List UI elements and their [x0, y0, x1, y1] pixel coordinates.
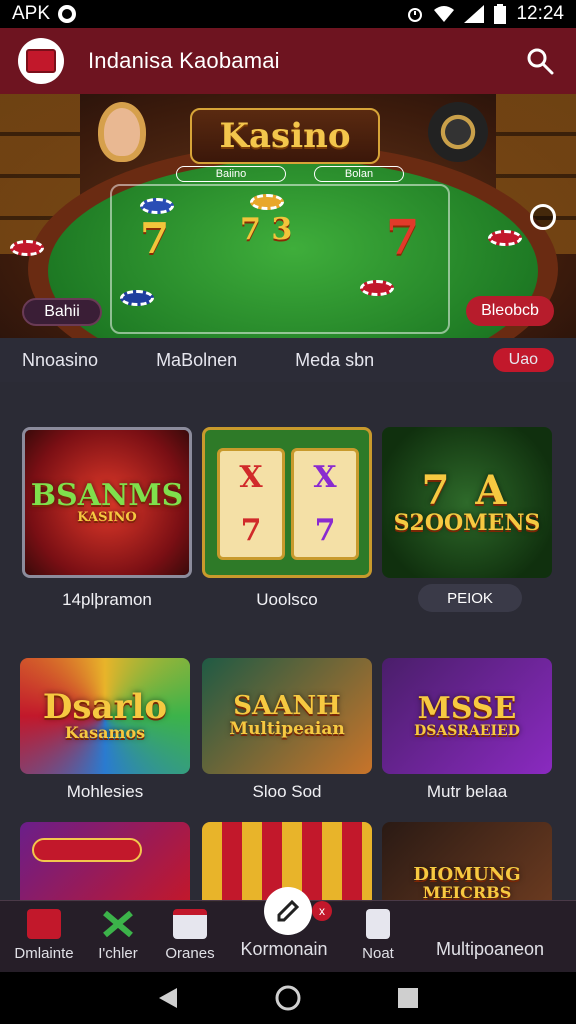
bottom-nav: Dmlainte I'chler Oranes x Kormonain Noat… [0, 887, 576, 972]
app-title: Indanisa Kaobamai [88, 48, 280, 73]
game-art-subtitle: Multipeaian [229, 718, 345, 739]
roulette-wheel-icon [428, 102, 488, 162]
recents-icon[interactable] [397, 987, 419, 1009]
game-thumbnail: SAANH Multipeaian [202, 658, 372, 774]
game-art-subtitle: DSASRAEIED [414, 723, 520, 740]
game-card[interactable]: SAANH Multipeaian [202, 658, 372, 774]
chip-icon [250, 194, 284, 210]
game-card[interactable]: BSANMS KASINO [22, 427, 192, 578]
table-right-label: Bolan [314, 166, 404, 182]
xbox-icon [103, 910, 133, 938]
slot-seven-icon: 7 [140, 214, 170, 263]
nav-item-2[interactable]: Oranes [140, 909, 240, 962]
edit-pen-icon[interactable] [264, 887, 312, 935]
document-icon [366, 909, 390, 939]
game-label: Mutr belaa [426, 782, 508, 801]
tab-2[interactable]: Meda sbn [295, 350, 374, 371]
game-thumbnail: DIOMUNG MEICRBS [382, 822, 552, 902]
chip-icon [120, 290, 154, 306]
game-thumbnail: MSSE DSASRAEIED [382, 658, 552, 774]
casino-logo-icon[interactable] [18, 38, 64, 84]
game-art-subtitle: Kasamos [64, 723, 146, 743]
folder-icon [27, 909, 61, 939]
game-art-subtitle: KASINO [77, 510, 137, 526]
game-card[interactable]: MSSE DSASRAEIED [382, 658, 552, 774]
alarm-icon [408, 8, 423, 22]
game-card[interactable]: Dsarlo Kasamos [20, 658, 190, 774]
game-art-title: Dsarlo [42, 686, 168, 727]
hero-title: Kasino [190, 108, 380, 164]
nav-label: Oranes [165, 945, 215, 962]
reel-symbol: 7 [240, 513, 262, 548]
nav-label: I'chler [98, 945, 138, 962]
game-art-title: MSSE [417, 690, 517, 726]
status-bar: APK 12:24 [0, 0, 576, 28]
chip-icon [360, 280, 394, 296]
search-icon [527, 48, 554, 75]
nav-item-5[interactable]: Multipoaneon [420, 939, 560, 960]
hero-banner[interactable]: Baiino Bolan 7 7 7 3 Kasino Bahii Bleobc… [0, 94, 576, 338]
battery-icon [494, 4, 507, 24]
nav-label: Dmlainte [14, 945, 74, 962]
game-label: 14plþramon [62, 590, 152, 609]
game-art-symbols: 7 A [421, 466, 513, 514]
slot-reel: X7 [217, 448, 285, 560]
game-label: Uoolsco [256, 590, 318, 609]
nav-label: Multipoaneon [435, 939, 545, 959]
search-button[interactable] [522, 43, 558, 79]
game-label: Mohlesies [66, 782, 144, 801]
game-art-title: SAANH [233, 691, 341, 722]
back-icon[interactable] [157, 986, 179, 1010]
home-icon[interactable] [274, 984, 302, 1012]
chip-icon [488, 230, 522, 246]
game-label: Sloo Sod [252, 782, 322, 801]
game-thumbnail: BSANMS KASINO [25, 430, 189, 575]
chip-icon [10, 240, 44, 256]
table-left-label: Baiino [176, 166, 286, 182]
category-tabs: Nnoasino MaBolnen Meda sbn Uao [0, 338, 576, 382]
status-time: 12:24 [516, 3, 564, 24]
game-card[interactable]: X7 X7 [202, 427, 372, 578]
wifi-icon [434, 6, 455, 22]
game-card[interactable]: 7 A S2OOMENS [382, 427, 552, 578]
game-thumbnail: Dsarlo Kasamos [20, 658, 190, 774]
hero-left-button[interactable]: Bahii [22, 298, 102, 326]
hero-info-icon[interactable] [530, 204, 556, 230]
slot-seven-icon: 7 3 [240, 212, 293, 247]
game-label-pill[interactable]: PEIOK [418, 584, 522, 612]
chip-icon [140, 198, 174, 214]
slot-reel: X7 [291, 448, 359, 560]
signal-icon [464, 5, 485, 23]
status-apk-text: APK [12, 3, 51, 24]
system-nav-bar [0, 972, 576, 1024]
nav-item-4[interactable]: Noat [328, 909, 428, 962]
nav-label: Noat [362, 945, 394, 962]
nav-label: Kormonain [240, 939, 328, 959]
hero-right-button[interactable]: Bleobcb [466, 296, 554, 326]
game-card[interactable] [20, 822, 190, 902]
app-bar: Indanisa Kaobamai [0, 28, 576, 94]
tab-1[interactable]: MaBolnen [156, 350, 237, 371]
ring-icon [58, 5, 77, 23]
dealer-avatar-icon [98, 102, 146, 162]
tab-active[interactable]: Uao [492, 348, 554, 372]
slot-seven-icon: 7 [386, 210, 420, 266]
game-art-title: BSANMS [30, 477, 184, 513]
tab-0[interactable]: Nnoasino [22, 350, 98, 371]
game-thumbnail: 7 A S2OOMENS [382, 427, 552, 578]
nav-item-3[interactable]: Kormonain [234, 939, 334, 960]
game-card[interactable]: DIOMUNG MEICRBS [382, 822, 552, 902]
game-art-title: S2OOMENS [393, 509, 541, 536]
game-art-banner [32, 838, 142, 862]
game-box-icon [173, 909, 207, 939]
